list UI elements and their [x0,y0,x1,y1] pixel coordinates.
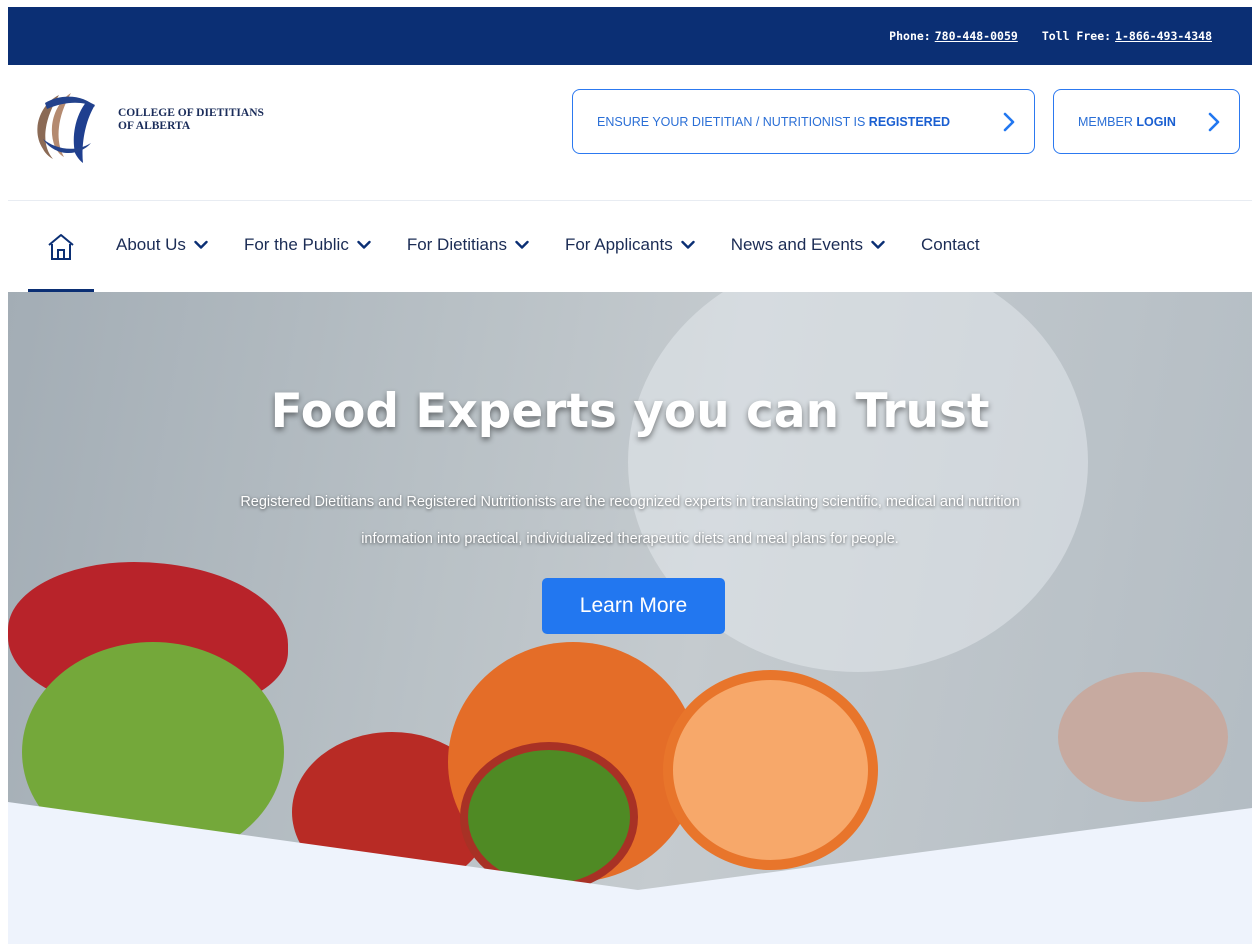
logo-text[interactable]: COLLEGE OF DIETITIANS OF ALBERTA [118,107,264,133]
tollfree-group: Toll Free: 1-866-493-4348 [1042,29,1212,43]
verify-registered-label: ENSURE YOUR DIETITIAN / NUTRITIONIST IS … [597,115,950,129]
nav-contact[interactable]: Contact [921,235,980,255]
member-login-text: MEMBER [1078,114,1137,129]
nav-contact-label: Contact [921,235,980,254]
tollfree-label: Toll Free: [1041,29,1112,43]
logo-line2: OF ALBERTA [118,120,191,132]
nav-news-and-events-label: News and Events [730,235,863,254]
site-header: COLLEGE OF DIETITIANS OF ALBERTA ENSURE … [8,65,1252,201]
chevron-down-icon [194,240,208,249]
nav-for-the-public[interactable]: For the Public [244,235,371,255]
member-login-button[interactable]: MEMBER LOGIN [1053,89,1240,154]
nav-for-the-public-label: For the Public [243,235,349,254]
college-logo-icon[interactable] [25,87,105,165]
verify-registered-text: ENSURE YOUR DIETITIAN / NUTRITIONIST IS [597,114,869,129]
chevron-down-icon [357,240,371,249]
nav-for-dietitians[interactable]: For Dietitians [407,235,529,255]
chevron-down-icon [871,240,885,249]
chevron-right-icon [1208,112,1220,131]
nav-for-applicants[interactable]: For Applicants [565,235,695,255]
phone-label: Phone: [889,29,931,43]
logo-line1: COLLEGE OF DIETITIANS [118,107,264,119]
home-icon [48,234,74,260]
chevron-down-icon [681,240,695,249]
phone-link[interactable]: 780-448-0059 [935,29,1018,43]
nav-for-applicants-label: For Applicants [564,235,673,254]
nav-about-us-label: About Us [116,235,186,254]
nav-about-us[interactable]: About Us [116,235,208,255]
verify-registered-button[interactable]: ENSURE YOUR DIETITIAN / NUTRITIONIST IS … [572,89,1035,154]
nav-for-dietitians-label: For Dietitians [406,235,507,254]
chevron-right-icon [1003,112,1015,131]
tollfree-link[interactable]: 1-866-493-4348 [1115,29,1212,43]
nav-items: About Us For the Public For Dietitians F… [116,201,1016,289]
chevron-down-icon [515,240,529,249]
hero-banner: Food Experts you can Trust Registered Di… [8,292,1252,944]
phone-group: Phone: 780-448-0059 [889,29,1018,43]
main-nav: About Us For the Public For Dietitians F… [8,200,1252,293]
member-login-label: MEMBER LOGIN [1078,115,1176,129]
hero-bottom-wave [8,802,1252,944]
verify-registered-strong: REGISTERED [868,114,951,129]
nav-home-link[interactable] [28,201,94,293]
top-contact-bar: Phone: 780-448-0059 Toll Free: 1-866-493… [8,7,1252,65]
member-login-strong: LOGIN [1136,114,1176,129]
nav-news-and-events[interactable]: News and Events [731,235,885,255]
